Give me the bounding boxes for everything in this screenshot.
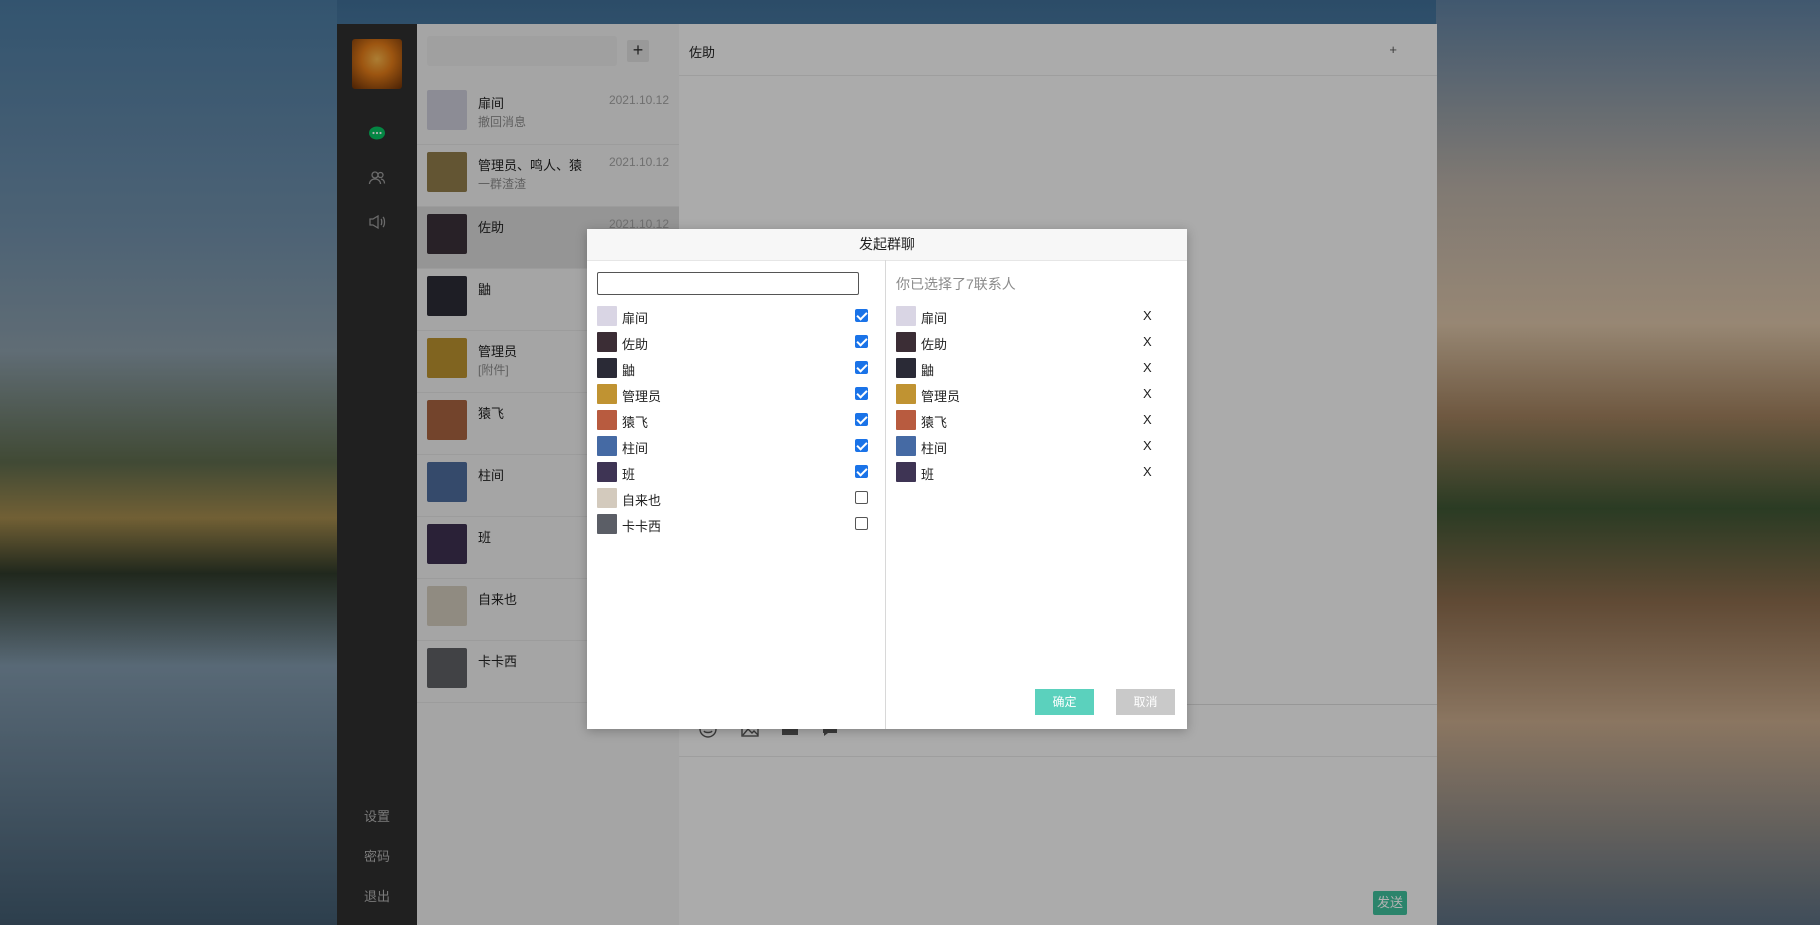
contact-row[interactable]: 柱间 bbox=[587, 433, 885, 459]
contact-row[interactable]: 班 bbox=[587, 459, 885, 485]
avatar bbox=[896, 306, 916, 326]
selected-contact-row: 管理员 X bbox=[886, 381, 1187, 407]
avatar bbox=[896, 462, 916, 482]
selected-contact-row: 猿飞 X bbox=[886, 407, 1187, 433]
contact-checkbox[interactable] bbox=[855, 335, 868, 348]
selection-summary: 你已选择了7联系人 bbox=[896, 276, 1016, 292]
selected-contact-row: 扉间 X bbox=[886, 303, 1187, 329]
contact-name: 佐助 bbox=[622, 337, 649, 352]
avatar bbox=[896, 410, 916, 430]
contact-search-input[interactable] bbox=[597, 272, 859, 295]
contact-name: 鼬 bbox=[622, 363, 636, 378]
group-chat-dialog: 发起群聊 扉间 佐助鼬管理员 猿飞 柱间班自来也 卡卡西 你已选择了7联系人 扉间 X 佐助… bbox=[587, 229, 1187, 729]
cancel-button[interactable]: 取消 bbox=[1116, 689, 1175, 715]
selected-contact-name: 猿飞 bbox=[921, 415, 948, 430]
contact-name: 柱间 bbox=[622, 441, 649, 456]
contact-checkbox[interactable] bbox=[855, 387, 868, 400]
contact-checkbox[interactable] bbox=[855, 309, 868, 322]
confirm-button[interactable]: 确定 bbox=[1035, 689, 1094, 715]
selected-contact-name: 佐助 bbox=[921, 337, 948, 352]
remove-contact-button[interactable]: X bbox=[1143, 412, 1152, 427]
dialog-title: 发起群聊 bbox=[587, 229, 1187, 261]
avatar bbox=[597, 410, 617, 430]
contact-checkbox[interactable] bbox=[855, 413, 868, 426]
avatar bbox=[597, 488, 617, 508]
remove-contact-button[interactable]: X bbox=[1143, 386, 1152, 401]
remove-contact-button[interactable]: X bbox=[1143, 464, 1152, 479]
contact-name: 卡卡西 bbox=[622, 519, 662, 534]
selected-contact-row: 柱间 X bbox=[886, 433, 1187, 459]
contact-row[interactable]: 卡卡西 bbox=[587, 511, 885, 537]
contact-name: 猿飞 bbox=[622, 415, 649, 430]
avatar bbox=[896, 358, 916, 378]
contact-checkbox[interactable] bbox=[855, 465, 868, 478]
contact-picker-panel: 扉间佐助鼬管理员猿飞柱间班自来也卡卡西 bbox=[587, 260, 886, 729]
avatar bbox=[896, 436, 916, 456]
contact-checkbox[interactable] bbox=[855, 361, 868, 374]
remove-contact-button[interactable]: X bbox=[1143, 360, 1152, 375]
avatar bbox=[597, 332, 617, 352]
selected-contact-name: 管理员 bbox=[921, 389, 961, 404]
selected-contact-name: 扉间 bbox=[921, 311, 948, 326]
contact-name: 管理员 bbox=[622, 389, 662, 404]
avatar bbox=[597, 384, 617, 404]
avatar bbox=[597, 514, 617, 534]
contact-name: 自来也 bbox=[622, 493, 662, 508]
selected-contact-row: 班X bbox=[886, 459, 1187, 485]
contact-name: 扉间 bbox=[622, 311, 649, 326]
avatar bbox=[896, 384, 916, 404]
contact-row[interactable]: 扉间 bbox=[587, 303, 885, 329]
remove-contact-button[interactable]: X bbox=[1143, 308, 1152, 323]
contact-row[interactable]: 管理员 bbox=[587, 381, 885, 407]
contact-row[interactable]: 猿飞 bbox=[587, 407, 885, 433]
selected-contact-row: 佐助 X bbox=[886, 329, 1187, 355]
contact-checkbox[interactable] bbox=[855, 491, 868, 504]
avatar bbox=[597, 436, 617, 456]
avatar bbox=[597, 358, 617, 378]
selected-contact-name: 班 bbox=[921, 467, 935, 482]
avatar bbox=[896, 332, 916, 352]
contact-name: 班 bbox=[622, 467, 636, 482]
remove-contact-button[interactable]: X bbox=[1143, 438, 1152, 453]
selected-contact-name: 鼬 bbox=[921, 363, 935, 378]
selected-contact-row: 鼬X bbox=[886, 355, 1187, 381]
selected-contacts-panel: 你已选择了7联系人 扉间 X 佐助 X 鼬 X 管理员 X 猿飞 X 柱间 X 班 X 确定 取消 bbox=[886, 260, 1187, 729]
avatar bbox=[597, 462, 617, 482]
selected-contact-name: 柱间 bbox=[921, 441, 948, 456]
contact-checkbox[interactable] bbox=[855, 439, 868, 452]
contact-row[interactable]: 自来也 bbox=[587, 485, 885, 511]
avatar bbox=[597, 306, 617, 326]
contact-row[interactable]: 鼬 bbox=[587, 355, 885, 381]
remove-contact-button[interactable]: X bbox=[1143, 334, 1152, 349]
contact-checkbox[interactable] bbox=[855, 517, 868, 530]
contact-row[interactable]: 佐助 bbox=[587, 329, 885, 355]
